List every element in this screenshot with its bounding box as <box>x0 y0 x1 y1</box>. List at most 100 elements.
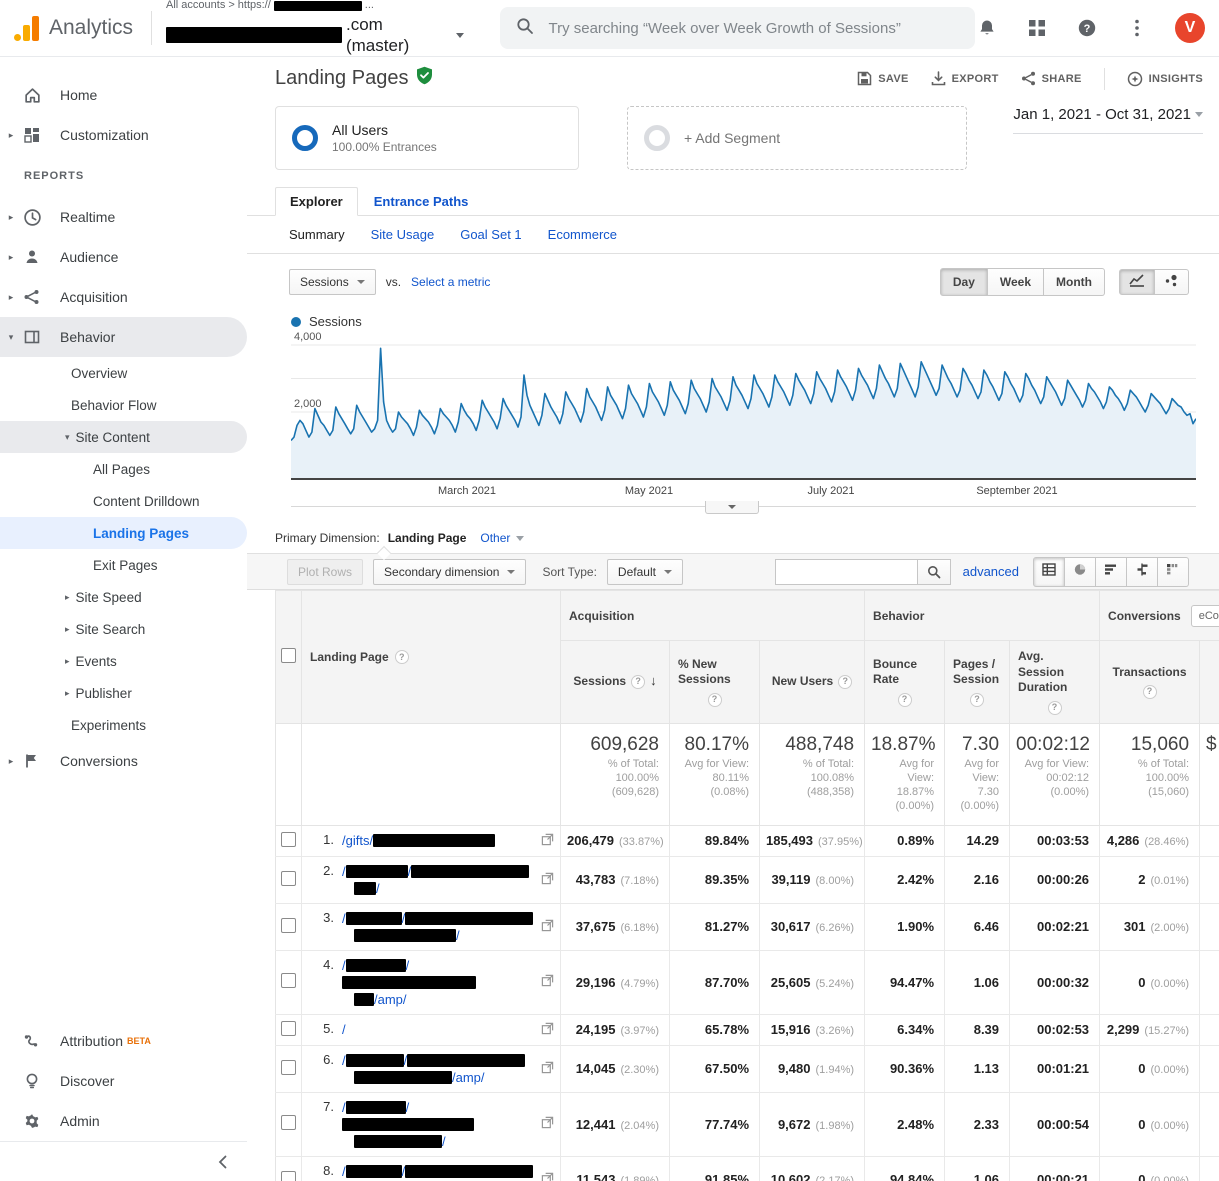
open-in-new-icon[interactable] <box>541 833 554 849</box>
sidebar-item-content-drilldown[interactable]: Content Drilldown <box>0 485 247 517</box>
analytics-logo-icon[interactable] <box>14 15 39 41</box>
ecommerce-goal-dropdown[interactable]: eComm <box>1191 605 1219 627</box>
sidebar-item-realtime[interactable]: ▸ Realtime <box>0 197 247 237</box>
sidebar-item-all-pages[interactable]: All Pages <box>0 453 247 485</box>
export-button[interactable]: EXPORT <box>931 71 999 86</box>
date-range-picker[interactable]: Jan 1, 2021 - Oct 31, 2021 <box>1013 106 1203 134</box>
sidebar-item-behavior-flow[interactable]: Behavior Flow <box>0 389 247 421</box>
row-checkbox[interactable] <box>281 871 296 886</box>
sidebar-item-publisher[interactable]: ▸Publisher <box>0 677 247 709</box>
collapse-sidebar-button[interactable] <box>0 1141 247 1181</box>
sidebar-item-events[interactable]: ▸Events <box>0 645 247 677</box>
dimension-other-dropdown[interactable]: Other <box>480 531 524 545</box>
add-segment-button[interactable]: + Add Segment <box>627 106 967 170</box>
sidebar-item-landing-pages[interactable]: Landing Pages <box>0 517 247 549</box>
sort-type-dropdown[interactable]: Default <box>607 559 683 585</box>
avg-duration-column-header[interactable]: Avg. Session Duration? <box>1010 641 1100 724</box>
search-input[interactable] <box>548 20 959 37</box>
sidebar-item-admin[interactable]: Admin <box>0 1101 247 1141</box>
row-checkbox[interactable] <box>281 1115 296 1130</box>
month-button[interactable]: Month <box>1044 268 1105 296</box>
row-checkbox[interactable] <box>281 918 296 933</box>
row-checkbox[interactable] <box>281 832 296 847</box>
sidebar-item-site-speed[interactable]: ▸Site Speed <box>0 581 247 613</box>
sidebar-item-acquisition[interactable]: ▸ Acquisition <box>0 277 247 317</box>
notifications-bell-icon[interactable] <box>975 16 999 40</box>
help-icon[interactable]: ? <box>898 693 912 707</box>
sidebar-item-behavior[interactable]: ▾ Behavior <box>0 317 247 357</box>
data-view-button[interactable] <box>1033 557 1065 587</box>
segment-all-users[interactable]: All Users 100.00% Entrances <box>275 106 579 170</box>
table-search-input[interactable] <box>775 559 917 585</box>
open-in-new-icon[interactable] <box>541 919 554 935</box>
help-icon[interactable]: ? <box>838 675 852 689</box>
transactions-column-header[interactable]: Transactions? <box>1100 641 1200 724</box>
day-button[interactable]: Day <box>940 268 988 296</box>
sidebar-item-site-search[interactable]: ▸Site Search <box>0 613 247 645</box>
sidebar-item-site-content[interactable]: ▾ Site Content <box>0 421 247 453</box>
open-in-new-icon[interactable] <box>541 1022 554 1038</box>
google-apps-grid-icon[interactable] <box>1025 16 1049 40</box>
landing-page-link[interactable]: ///amp/ <box>342 957 536 1008</box>
landing-page-column-header[interactable]: Landing Page ? <box>302 591 561 724</box>
help-icon[interactable]: ? <box>708 693 722 707</box>
help-icon[interactable]: ? <box>631 675 645 689</box>
motion-chart-button[interactable] <box>1155 269 1189 295</box>
table-search-button[interactable] <box>917 559 951 585</box>
bounce-rate-column-header[interactable]: Bounce Rate? <box>865 641 945 724</box>
insights-button[interactable]: INSIGHTS <box>1127 71 1203 87</box>
dimension-landing-page[interactable]: Landing Page <box>388 531 467 545</box>
performance-view-button[interactable] <box>1096 557 1127 587</box>
sidebar-item-experiments[interactable]: Experiments <box>0 709 247 741</box>
advanced-search-link[interactable]: advanced <box>963 564 1019 579</box>
row-checkbox[interactable] <box>281 973 296 988</box>
sidebar-item-discover[interactable]: Discover <box>0 1061 247 1101</box>
new-sessions-column-header[interactable]: % New Sessions? <box>670 641 760 724</box>
landing-page-link[interactable]: ///amp/ <box>342 1163 533 1181</box>
comparison-view-button[interactable] <box>1127 557 1158 587</box>
share-button[interactable]: SHARE <box>1021 71 1082 86</box>
revenue-column-header[interactable] <box>1200 641 1219 724</box>
save-button[interactable]: SAVE <box>857 71 908 86</box>
percentage-view-button[interactable] <box>1065 557 1096 587</box>
sidebar-item-audience[interactable]: ▸ Audience <box>0 237 247 277</box>
landing-page-link[interactable]: ///amp/ <box>342 1052 525 1086</box>
select-metric-link[interactable]: Select a metric <box>411 275 490 289</box>
row-checkbox[interactable] <box>281 1171 296 1181</box>
help-icon[interactable]: ? <box>1048 701 1062 715</box>
sidebar-item-customization[interactable]: ▸ Customization <box>0 115 247 155</box>
row-checkbox[interactable] <box>281 1021 296 1036</box>
sidebar-item-home[interactable]: Home <box>0 75 247 115</box>
pivot-view-button[interactable] <box>1158 557 1189 587</box>
line-chart-button[interactable] <box>1119 269 1155 295</box>
more-options-icon[interactable] <box>1125 16 1149 40</box>
metric-selector[interactable]: Sessions <box>289 269 376 295</box>
subtab-goal-set-1[interactable]: Goal Set 1 <box>460 227 521 242</box>
sidebar-item-overview[interactable]: Overview <box>0 357 247 389</box>
global-search[interactable] <box>500 7 975 49</box>
open-in-new-icon[interactable] <box>541 872 554 888</box>
sessions-column-header[interactable]: Sessions?↓ <box>561 641 670 724</box>
avatar[interactable]: V <box>1175 13 1205 43</box>
sidebar-item-exit-pages[interactable]: Exit Pages <box>0 549 247 581</box>
subtab-site-usage[interactable]: Site Usage <box>371 227 435 242</box>
subtab-ecommerce[interactable]: Ecommerce <box>548 227 617 242</box>
help-icon[interactable]: ? <box>1143 685 1157 699</box>
landing-page-link[interactable]: /gifts/ <box>342 832 495 849</box>
open-in-new-icon[interactable] <box>541 1116 554 1132</box>
secondary-dimension-dropdown[interactable]: Secondary dimension <box>373 559 526 585</box>
new-users-column-header[interactable]: New Users? <box>760 641 865 724</box>
sidebar-item-attribution[interactable]: Attribution BETA <box>0 1021 247 1061</box>
row-checkbox[interactable] <box>281 1060 296 1075</box>
pages-session-column-header[interactable]: Pages / Session? <box>945 641 1010 724</box>
property-name[interactable]: .com (master) <box>166 14 464 57</box>
timeline-expand-handle[interactable] <box>705 501 759 514</box>
account-picker[interactable]: All accounts > https:// ... .com (master… <box>166 0 464 57</box>
select-all-checkbox[interactable] <box>281 648 296 663</box>
help-icon[interactable]: ? <box>970 693 984 707</box>
landing-page-link[interactable]: /// <box>342 910 533 944</box>
subtab-summary[interactable]: Summary <box>289 227 345 242</box>
landing-page-link[interactable]: /// <box>342 863 529 897</box>
landing-page-link[interactable]: / <box>342 1021 346 1038</box>
verified-shield-icon[interactable] <box>416 66 433 91</box>
